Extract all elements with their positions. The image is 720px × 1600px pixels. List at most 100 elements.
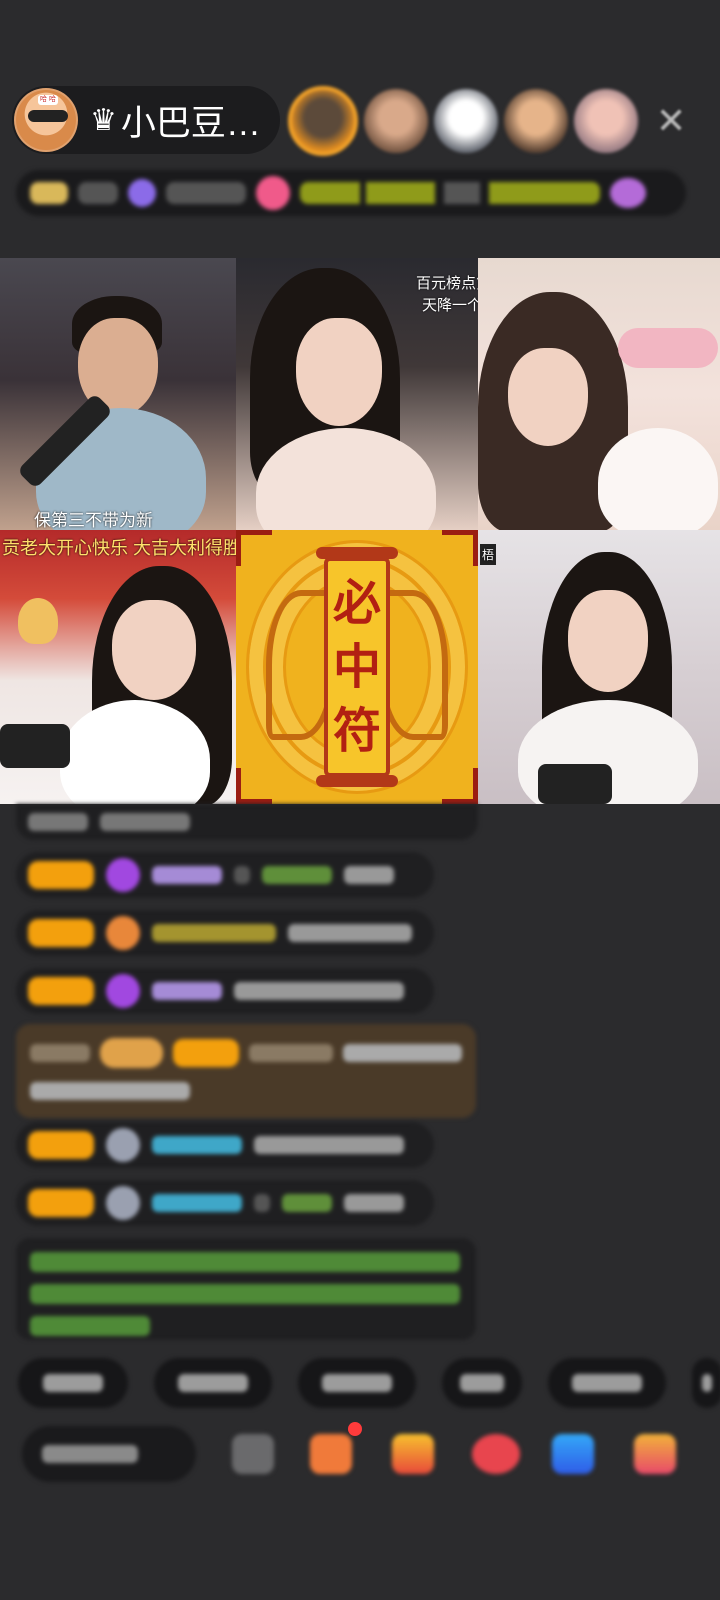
- talisman-tile[interactable]: 必 中 符: [236, 530, 478, 804]
- sunglasses-graphic: [28, 110, 68, 122]
- level-badge: [28, 1131, 94, 1159]
- info-chip: [166, 182, 246, 204]
- gem-icon: [106, 974, 140, 1008]
- guest-video-tile[interactable]: 保第三不带为新: [0, 258, 236, 530]
- message-text: [282, 1194, 332, 1212]
- message-text: [254, 1136, 404, 1154]
- notice-text: [30, 1284, 460, 1304]
- quick-reply-button[interactable]: [548, 1358, 666, 1408]
- guest-face: [568, 590, 648, 692]
- user-name: [152, 982, 222, 1000]
- tile-caption: 贡老大开心快乐 大吉大利得胜: [2, 538, 236, 558]
- tile-caption: 梧: [480, 544, 497, 565]
- user-name: [152, 924, 276, 942]
- system-notice: [16, 1238, 476, 1340]
- chat-message[interactable]: [16, 910, 434, 956]
- info-chip: [610, 178, 646, 208]
- viewer-avatar[interactable]: [364, 89, 428, 153]
- quick-reply-button[interactable]: [692, 1358, 720, 1408]
- user-name: [249, 1044, 333, 1062]
- close-icon[interactable]: ✕: [656, 100, 686, 142]
- level-badge: [28, 977, 94, 1005]
- user-avatar-icon: [106, 1128, 140, 1162]
- message-text: [100, 813, 190, 831]
- level-badge: [173, 1039, 240, 1067]
- quick-reply-button[interactable]: [442, 1358, 522, 1408]
- quick-reply-button[interactable]: [298, 1358, 416, 1408]
- message-text: [28, 813, 88, 831]
- host-name-text: 小巴豆…: [120, 103, 261, 143]
- viewer-avatar[interactable]: [574, 89, 638, 153]
- message-text: [234, 866, 250, 884]
- guest-face: [112, 600, 196, 700]
- corner-ornament: [442, 530, 478, 566]
- level-badge: [28, 1189, 94, 1217]
- message-text: [342, 1044, 463, 1062]
- host-name: ♛ 小巴豆…: [90, 95, 261, 146]
- top-viewers-row: [288, 86, 638, 156]
- more-icon[interactable]: [232, 1434, 274, 1474]
- host-info-pill[interactable]: 哈 哈 ♛ 小巴豆…: [12, 86, 280, 154]
- room-info-bar[interactable]: [16, 170, 686, 216]
- bottom-toolbar: [0, 1422, 720, 1488]
- chat-message[interactable]: [16, 804, 478, 840]
- tile-caption: 天降一个: [422, 297, 478, 314]
- highlight-chat-message[interactable]: [16, 1024, 476, 1118]
- medal-icon: [106, 916, 140, 950]
- talisman-char: 必: [332, 575, 381, 631]
- notice-text: [30, 1316, 150, 1336]
- level-badge: [28, 861, 94, 889]
- talisman-char: 符: [332, 703, 381, 759]
- user-name: [152, 866, 222, 884]
- guest-figure: [598, 428, 718, 530]
- guest-video-tile[interactable]: 梧: [478, 530, 720, 804]
- talisman-scroll: 必 中 符: [316, 547, 398, 787]
- lucky-bag-icon[interactable]: [392, 1434, 434, 1474]
- viewer-avatar[interactable]: [288, 86, 358, 156]
- message-text: [254, 1194, 270, 1212]
- message-text: [344, 866, 394, 884]
- game-icon[interactable]: [472, 1434, 520, 1474]
- info-chip: [256, 176, 290, 210]
- quick-reply-row: [18, 1358, 720, 1408]
- message-text: [344, 1194, 404, 1212]
- multi-guest-video-grid: 保第三不带为新 百元榜点第 天降一个 贡老大开心快乐 大吉大利得胜: [0, 258, 720, 804]
- chat-message[interactable]: [16, 1180, 434, 1226]
- guest-video-tile[interactable]: 贡老大开心快乐 大吉大利得胜: [0, 530, 236, 804]
- live-room-screen: 哈 哈 ♛ 小巴豆… ✕ 保第三不带为新 百元榜点 天降一个 贡老大开心快乐 大…: [0, 0, 720, 1600]
- chat-input[interactable]: [22, 1426, 196, 1482]
- info-chip: [30, 182, 68, 204]
- message-text: [288, 924, 412, 942]
- talisman-char: 中: [332, 639, 381, 695]
- guest-video-tile[interactable]: 百元榜点第 天降一个: [236, 258, 478, 530]
- info-chip: [78, 182, 118, 204]
- message-text: [234, 982, 404, 1000]
- tile-caption: 保第三不带为新: [34, 511, 153, 530]
- viewer-avatar[interactable]: [434, 89, 498, 153]
- info-chip: [300, 182, 600, 204]
- level-badge: [28, 919, 94, 947]
- guest-video-tile[interactable]: [478, 258, 720, 530]
- guest-face: [296, 318, 382, 426]
- gift-box-icon[interactable]: [310, 1434, 352, 1474]
- viewer-avatar[interactable]: [504, 89, 568, 153]
- chat-message[interactable]: [16, 852, 434, 898]
- guest-face: [508, 348, 588, 446]
- chat-message[interactable]: [16, 968, 434, 1014]
- corner-ornament: [442, 768, 478, 804]
- tile-caption: 百元榜点第: [416, 275, 478, 292]
- quick-reply-button[interactable]: [154, 1358, 272, 1408]
- gift-icon[interactable]: [634, 1434, 676, 1474]
- message-text: [30, 1082, 190, 1100]
- host-avatar[interactable]: 哈 哈: [14, 88, 78, 152]
- quick-reply-button[interactable]: [18, 1358, 128, 1408]
- user-name: [152, 1136, 242, 1154]
- crown-icon: ♛: [90, 103, 117, 137]
- mascot-graphic: [18, 598, 58, 644]
- interaction-icon[interactable]: [552, 1434, 594, 1474]
- avatar-badge: 哈 哈: [38, 95, 58, 105]
- message-text: [262, 866, 332, 884]
- decor-flowers: [618, 328, 718, 368]
- notice-text: [30, 1252, 460, 1272]
- chat-message[interactable]: [16, 1122, 434, 1168]
